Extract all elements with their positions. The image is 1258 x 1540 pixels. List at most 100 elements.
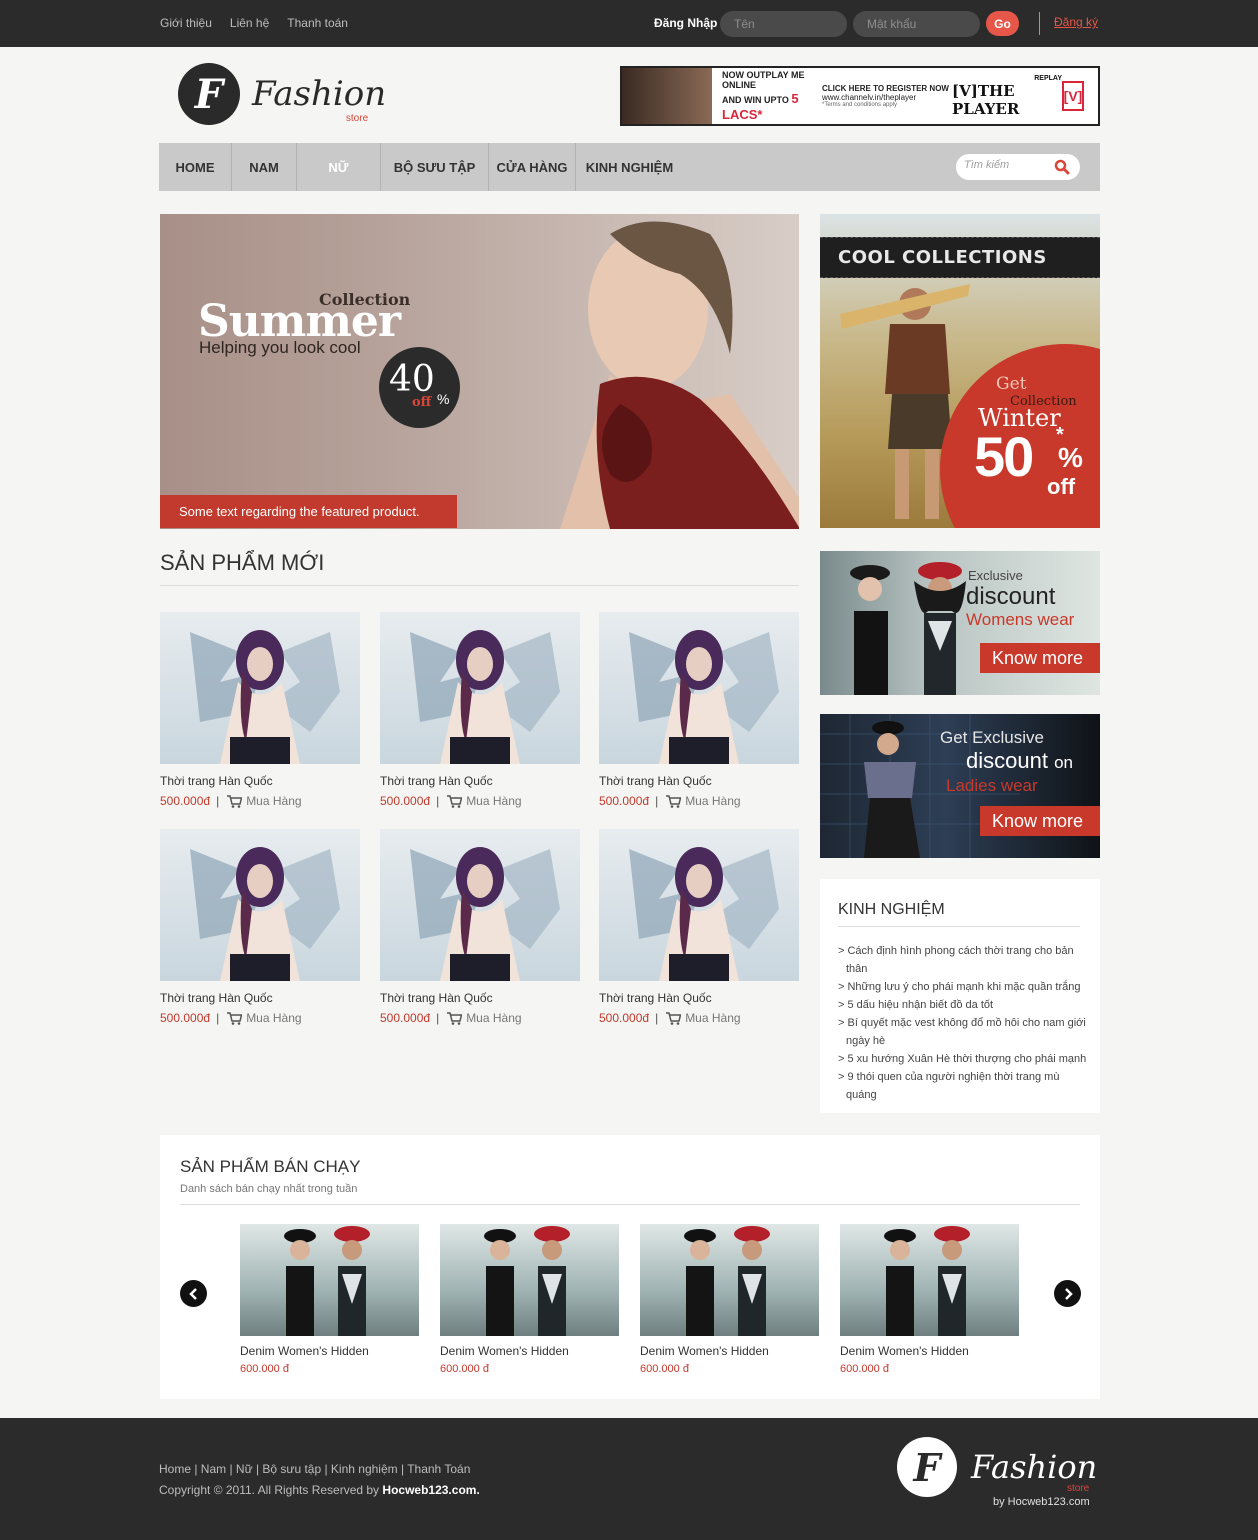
product-separator: | [655, 1011, 659, 1025]
best-seller-photo [284, 1226, 370, 1336]
product-meta: 500.000đ | Mua Hàng [160, 1011, 361, 1025]
best-seller-card[interactable]: Denim Women's Hidden 600.000 đ [440, 1224, 619, 1375]
best-seller-name[interactable]: Denim Women's Hidden [240, 1344, 419, 1358]
carousel-next-button[interactable] [1054, 1280, 1081, 1307]
promo3-know-more-button[interactable]: Know more [980, 806, 1100, 836]
cart-icon[interactable] [447, 1011, 463, 1025]
site-logo[interactable]: F Fashion store [178, 63, 386, 125]
badge-number: 40 [389, 359, 435, 400]
product-separator: | [436, 794, 440, 808]
experience-link[interactable]: > 5 dấu hiệu nhận biết đồ da tốt [838, 996, 1088, 1014]
password-input[interactable] [853, 11, 980, 37]
footer-logo[interactable]: F Fashion store [897, 1437, 1097, 1497]
footer-logo-mark: F [897, 1437, 957, 1497]
promo2-know-more-button[interactable]: Know more [980, 643, 1100, 673]
best-seller-name[interactable]: Denim Women's Hidden [440, 1344, 619, 1358]
product-meta: 500.000đ | Mua Hàng [599, 794, 800, 808]
register-link[interactable]: Đăng ký [1054, 15, 1098, 29]
cart-icon[interactable] [227, 794, 243, 808]
product-separator: | [216, 1011, 220, 1025]
best-sellers-subtitle: Danh sách bán chạy nhất trong tuần [180, 1183, 358, 1195]
buy-link[interactable]: Mua Hàng [685, 794, 740, 808]
product-card[interactable]: Thời trang Hàn Quốc 500.000đ | Mua Hàng [160, 612, 361, 808]
cart-icon[interactable] [666, 1011, 682, 1025]
cart-icon[interactable] [666, 794, 682, 808]
nav-men[interactable]: NAM [232, 143, 297, 191]
product-photo [629, 630, 779, 764]
product-price: 500.000đ [380, 794, 431, 808]
product-image[interactable] [599, 829, 799, 981]
buy-link[interactable]: Mua Hàng [246, 1011, 301, 1025]
womens-wear-promo[interactable]: Exclusive discount Womens wear Know more [820, 551, 1100, 695]
badge-off: off [412, 395, 432, 410]
best-seller-name[interactable]: Denim Women's Hidden [840, 1344, 1019, 1358]
product-meta: 500.000đ | Mua Hàng [599, 1011, 800, 1025]
experience-link[interactable]: > Cách định hình phong cách thời trang c… [838, 942, 1088, 978]
product-name[interactable]: Thời trang Hàn Quốc [380, 774, 581, 788]
product-name[interactable]: Thời trang Hàn Quốc [160, 991, 361, 1005]
product-image[interactable] [160, 829, 360, 981]
buy-link[interactable]: Mua Hàng [246, 794, 301, 808]
best-seller-image[interactable] [640, 1224, 819, 1336]
hero-banner[interactable]: Collection Summer Helping you look cool … [160, 214, 799, 529]
product-card[interactable]: Thời trang Hàn Quốc 500.000đ | Mua Hàng [599, 612, 800, 808]
experience-link[interactable]: > Bí quyết mặc vest không đổ mồ hôi cho … [838, 1014, 1088, 1050]
nav-women[interactable]: NỮ [297, 143, 381, 191]
footer-links[interactable]: Home | Nam | Nữ | Bộ sưu tập | Kinh nghi… [159, 1462, 470, 1476]
top-link-contact[interactable]: Liên hệ [230, 16, 269, 30]
best-seller-card[interactable]: Denim Women's Hidden 600.000 đ [840, 1224, 1019, 1375]
product-name[interactable]: Thời trang Hàn Quốc [160, 774, 361, 788]
search-input[interactable] [964, 159, 1044, 171]
cool-collections-promo[interactable]: COOL COLLECTIONS Get Collection Winter 5… [820, 214, 1100, 528]
experience-link[interactable]: > 5 xu hướng Xuân Hè thời thượng cho phá… [838, 1050, 1088, 1068]
product-image[interactable] [599, 612, 799, 764]
product-meta: 500.000đ | Mua Hàng [380, 1011, 581, 1025]
ad-line3: CLICK HERE TO REGISTER NOW [822, 84, 949, 93]
product-separator: | [655, 794, 659, 808]
nav-home[interactable]: HOME [159, 143, 232, 191]
top-link-payment[interactable]: Thanh toán [287, 16, 348, 30]
product-price: 500.000đ [380, 1011, 431, 1025]
promo2-exclusive: Exclusive [968, 568, 1023, 583]
top-link-about[interactable]: Giới thiệu [160, 16, 212, 30]
header-ad-banner[interactable]: NOW OUTPLAY ME ONLINE AND WIN UPTO 5 LAC… [620, 66, 1100, 126]
best-seller-image[interactable] [840, 1224, 1019, 1336]
promo3-get: Get Exclusive [940, 728, 1044, 747]
buy-link[interactable]: Mua Hàng [466, 794, 521, 808]
nav-stores[interactable]: CỬA HÀNG [489, 143, 576, 191]
buy-link[interactable]: Mua Hàng [685, 1011, 740, 1025]
product-card[interactable]: Thời trang Hàn Quốc 500.000đ | Mua Hàng [380, 829, 581, 1025]
buy-link[interactable]: Mua Hàng [466, 1011, 521, 1025]
login-go-button[interactable]: Go [986, 11, 1019, 36]
product-name[interactable]: Thời trang Hàn Quốc [380, 991, 581, 1005]
best-seller-image[interactable] [240, 1224, 419, 1336]
product-name[interactable]: Thời trang Hàn Quốc [599, 991, 800, 1005]
cart-icon[interactable] [227, 1011, 243, 1025]
best-seller-card[interactable]: Denim Women's Hidden 600.000 đ [240, 1224, 419, 1375]
nav-collections[interactable]: BỘ SƯU TẬP [381, 143, 489, 191]
best-seller-photo [684, 1226, 770, 1336]
product-name[interactable]: Thời trang Hàn Quốc [599, 774, 800, 788]
top-divider [1039, 12, 1040, 35]
product-card[interactable]: Thời trang Hàn Quốc 500.000đ | Mua Hàng [599, 829, 800, 1025]
experience-link[interactable]: > Những lưu ý cho phái mạnh khi mặc quần… [838, 978, 1088, 996]
username-input[interactable] [720, 11, 847, 37]
hero-tagline: Helping you look cool [199, 338, 361, 357]
carousel-prev-button[interactable] [180, 1280, 207, 1307]
product-image[interactable] [380, 612, 580, 764]
search-icon[interactable] [1054, 159, 1070, 175]
cart-icon[interactable] [447, 794, 463, 808]
copyright-brand[interactable]: Hocweb123.com. [382, 1483, 479, 1497]
best-seller-image[interactable] [440, 1224, 619, 1336]
product-card[interactable]: Thời trang Hàn Quốc 500.000đ | Mua Hàng [380, 612, 581, 808]
ladies-wear-promo[interactable]: Get Exclusive discount on Ladies wear Kn… [820, 714, 1100, 858]
login-label: Đăng Nhập [654, 16, 718, 30]
best-seller-card[interactable]: Denim Women's Hidden 600.000 đ [640, 1224, 819, 1375]
best-seller-photo [884, 1226, 970, 1336]
experience-link[interactable]: > 9 thói quen của người nghiện thời tran… [838, 1068, 1088, 1104]
product-image[interactable] [380, 829, 580, 981]
product-card[interactable]: Thời trang Hàn Quốc 500.000đ | Mua Hàng [160, 829, 361, 1025]
nav-experience[interactable]: KINH NGHIỆM [576, 143, 683, 191]
best-seller-name[interactable]: Denim Women's Hidden [640, 1344, 819, 1358]
product-image[interactable] [160, 612, 360, 764]
